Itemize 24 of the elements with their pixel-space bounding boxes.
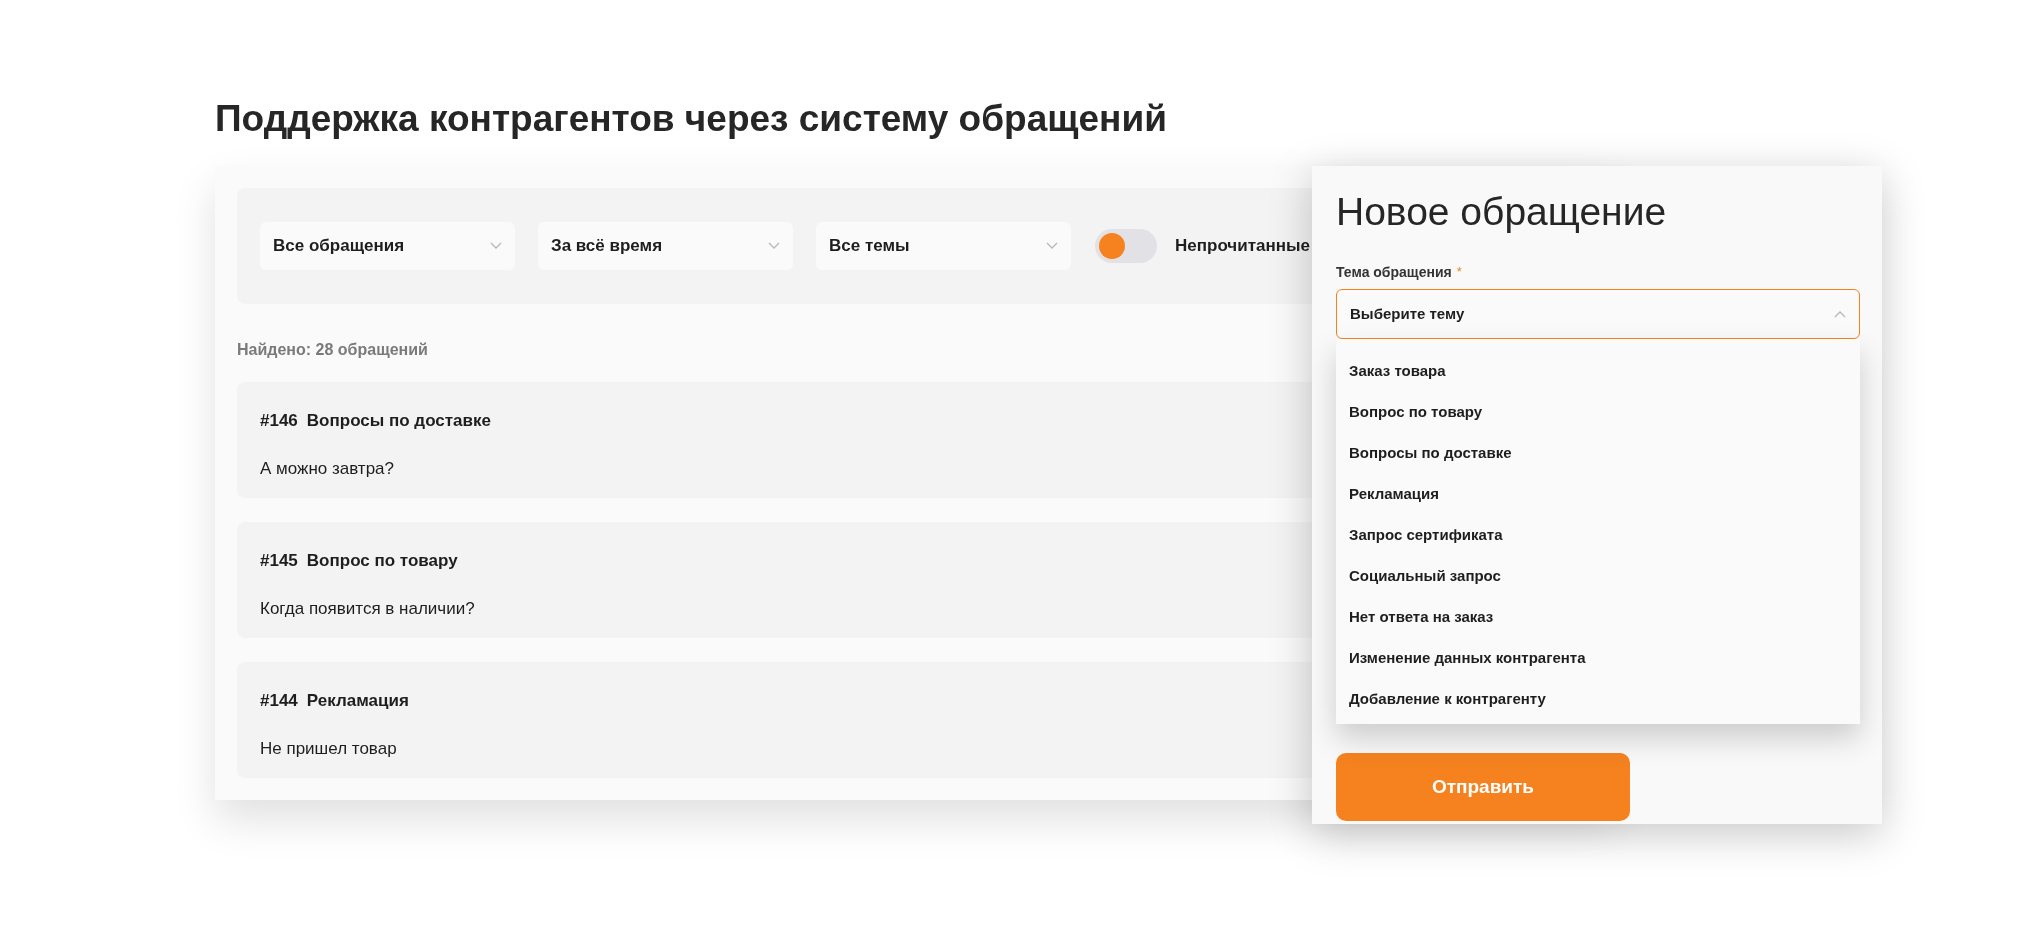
ticket-message: А можно завтра? [260,457,394,480]
topic-select[interactable]: Выберите тему [1336,289,1860,339]
ticket-number: #145 [260,550,298,572]
toggle-label: Непрочитанные [1175,235,1310,258]
ticket-message: Когда появится в наличии? [260,597,475,620]
chevron-down-icon [1046,242,1058,250]
chevron-up-icon [1834,310,1846,318]
chevron-down-icon [768,242,780,250]
required-mark: * [1456,263,1462,281]
filter-dropdown[interactable]: За всё время [538,222,793,270]
ticket-topic: Вопросы по доставке [306,410,491,432]
ticket-topic: Вопрос по товару [306,550,458,572]
ticket-number: #146 [260,410,298,432]
ticket-number: #144 [260,690,298,712]
filter-dropdown[interactable]: Все обращения [260,222,515,270]
panel-title: Новое обращение [1336,189,1667,235]
ticket-topic: Рекламация [306,690,409,712]
found-count: Найдено: 28 обращений [237,340,428,360]
ticket-message: Не пришел товар [260,737,397,760]
filter-dropdown[interactable]: Все темы [816,222,1071,270]
field-label: Тема обращения [1336,263,1452,282]
toggle-switch[interactable] [1095,229,1157,263]
chevron-down-icon [490,242,502,250]
page-title: Поддержка контрагентов через систему обращений [215,97,1167,141]
